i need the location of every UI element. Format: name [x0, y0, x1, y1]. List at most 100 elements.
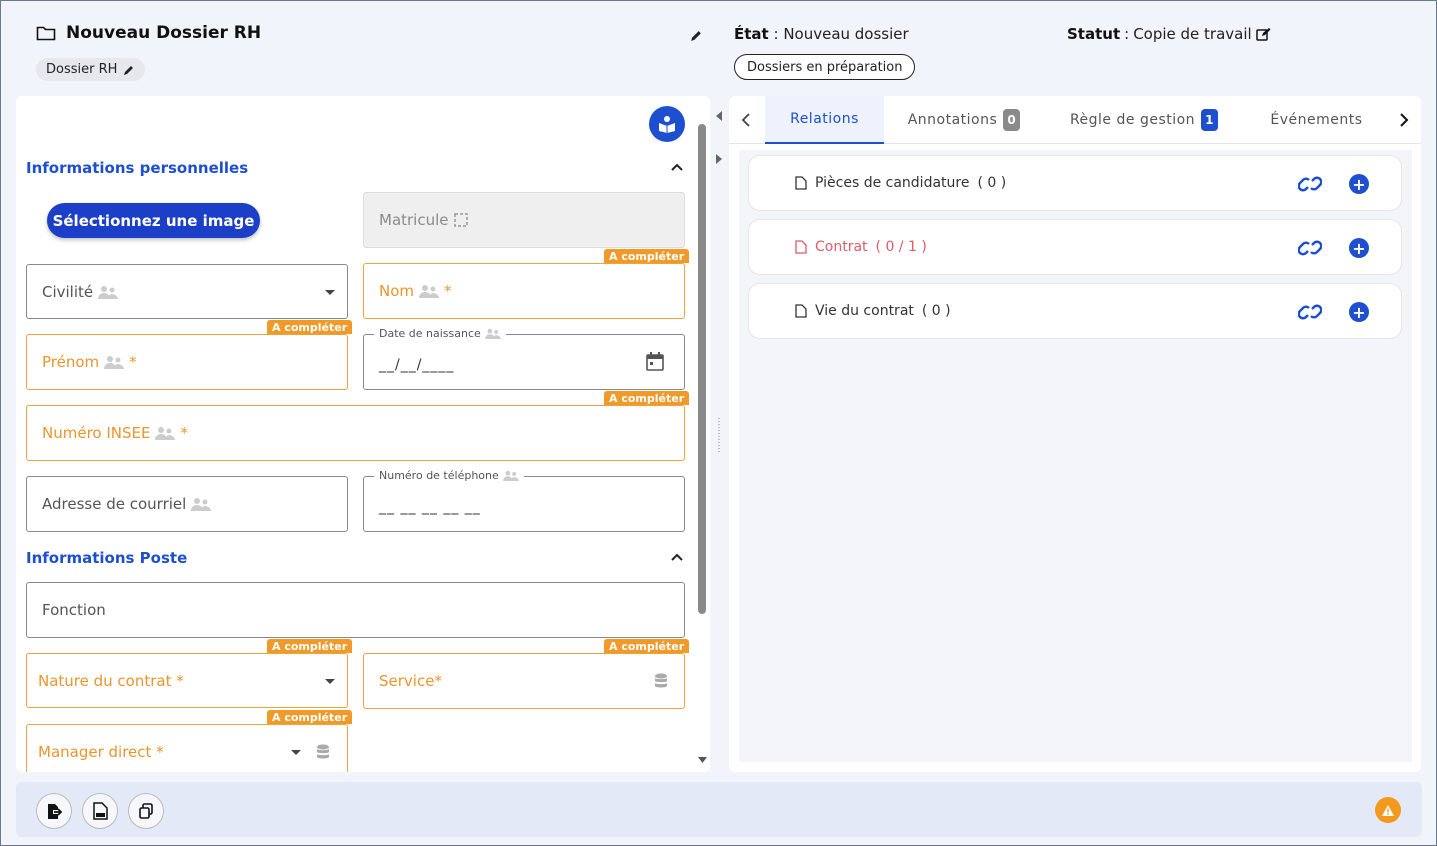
relation-item[interactable]: Vie du contrat ( 0 ) + [748, 283, 1402, 339]
date-naissance-field[interactable]: Date de naissance __/__/____ [363, 327, 685, 390]
calendar-icon[interactable] [646, 352, 664, 371]
users-icon [155, 427, 176, 440]
badge-a-completer: A compléter [604, 639, 690, 653]
tab-regle-de-gestion[interactable]: Règle de gestion 1 [1059, 96, 1229, 144]
statut-value: Copie de travail [1133, 25, 1252, 43]
tab-relations[interactable]: Relations [765, 96, 884, 144]
phone-mask: __ __ __ __ __ [379, 499, 481, 515]
caret-left-icon [716, 111, 722, 121]
link-icon[interactable] [1298, 174, 1322, 194]
relation-item[interactable]: Pièces de candidature ( 0 ) + [748, 155, 1402, 211]
edit-icon[interactable] [1255, 27, 1271, 42]
civilite-label: Civilité [42, 282, 94, 301]
chevron-down-icon [325, 678, 335, 684]
phone-field[interactable]: Numéro de téléphone __ __ __ __ __ [363, 469, 685, 532]
nature-contrat-label: Nature du contrat * [38, 671, 184, 690]
nom-label: Nom [379, 282, 415, 300]
chevron-down-icon [325, 289, 335, 295]
scrollbar-thumb[interactable] [698, 124, 706, 614]
collapse-left-button[interactable] [711, 105, 727, 127]
relation-count: ( 0 ) [977, 175, 1007, 191]
add-relation-button[interactable]: + [1349, 238, 1369, 258]
relation-name: Contrat [815, 239, 868, 255]
tab-annotations[interactable]: Annotations 0 [894, 96, 1034, 144]
folder-icon [36, 26, 56, 41]
pdf-button[interactable] [82, 793, 118, 829]
app-window: Nouveau Dossier RH Dossier RH État : Nou… [0, 0, 1437, 846]
edit-title-button[interactable] [690, 27, 703, 46]
users-icon [98, 285, 119, 299]
relation-name: Pièces de candidature [815, 175, 970, 191]
pencil-icon [124, 65, 134, 75]
date-mask: __/__/____ [379, 357, 455, 373]
warning-button[interactable] [1375, 797, 1401, 823]
form-scrollbar[interactable] [698, 116, 706, 766]
pencil-icon [691, 31, 701, 41]
statut-label: Statut [1067, 25, 1121, 43]
section-personal-title: Informations personnelles [26, 159, 249, 177]
email-label: Adresse de courriel [42, 495, 187, 513]
link-icon[interactable] [1298, 302, 1322, 322]
collapse-right-button[interactable] [711, 148, 727, 170]
caret-right-icon [716, 154, 722, 164]
plus-icon: + [1352, 238, 1366, 258]
nom-field[interactable]: Nom * [363, 263, 685, 319]
database-icon[interactable] [654, 673, 668, 689]
title-text: Nouveau Dossier RH [66, 23, 262, 43]
tab-scroll-right-icon[interactable] [1400, 113, 1409, 127]
chevron-up-icon[interactable] [670, 550, 684, 564]
users-icon [502, 470, 519, 481]
export-button[interactable] [36, 793, 72, 829]
nature-contrat-select[interactable]: Nature du contrat * [26, 653, 348, 708]
relation-item[interactable]: Contrat ( 0 / 1 ) + [748, 219, 1402, 275]
insee-field[interactable]: Numéro INSEE * [26, 405, 685, 461]
file-icon [795, 304, 807, 318]
users-icon [484, 328, 501, 339]
footer-toolbar [16, 782, 1422, 837]
tab-evenements[interactable]: Événements [1259, 96, 1374, 144]
regle-count-badge: 1 [1201, 109, 1219, 131]
users-icon [191, 498, 212, 511]
database-icon[interactable] [316, 744, 330, 760]
duplicate-button[interactable] [128, 793, 164, 829]
link-icon[interactable] [1298, 238, 1322, 258]
scroll-down-arrow-icon[interactable] [698, 756, 707, 764]
annotations-count-badge: 0 [1003, 109, 1021, 131]
badge-a-completer: A compléter [267, 320, 353, 334]
dossier-type-chip[interactable]: Dossier RH [36, 58, 146, 81]
section-poste-title: Informations Poste [26, 549, 188, 567]
drag-handle-icon [718, 418, 720, 452]
chevron-down-icon [291, 750, 301, 755]
plus-icon: + [1352, 174, 1366, 194]
panel-splitter[interactable] [710, 96, 729, 772]
tab-scroll-left-icon[interactable] [741, 113, 750, 127]
badge-a-completer: A compléter [604, 249, 690, 263]
page-title: Nouveau Dossier RH [36, 23, 261, 43]
badge-a-completer: A compléter [267, 639, 353, 653]
relation-count: ( 0 / 1 ) [875, 239, 927, 255]
manager-direct-label: Manager direct * [38, 743, 164, 761]
pdf-icon [92, 802, 108, 820]
add-relation-button[interactable]: + [1349, 302, 1369, 322]
prenom-field[interactable]: Prénom * [26, 334, 348, 390]
fonction-field[interactable]: Fonction [26, 582, 685, 638]
civilite-select[interactable]: Civilité [26, 264, 348, 319]
add-relation-button[interactable]: + [1349, 174, 1369, 194]
file-icon [795, 240, 807, 254]
service-field[interactable]: Service* [363, 653, 685, 709]
relation-count: ( 0 ) [921, 303, 951, 319]
manager-direct-select[interactable]: Manager direct * [26, 724, 348, 772]
chip-label: Dossier RH [46, 62, 118, 77]
book-reader-icon [659, 116, 675, 133]
select-image-button[interactable]: Sélectionnez une image [47, 203, 260, 238]
fonction-label: Fonction [42, 601, 106, 619]
matricule-field: Matricule [363, 192, 685, 248]
badge-a-completer: A compléter [267, 710, 353, 724]
copy-icon [139, 803, 153, 819]
file-icon [795, 176, 807, 190]
help-button[interactable] [649, 106, 685, 142]
workflow-pill[interactable]: Dossiers en préparation [734, 54, 916, 80]
email-field[interactable]: Adresse de courriel [26, 476, 348, 532]
auto-number-icon [453, 213, 468, 227]
chevron-up-icon[interactable] [670, 160, 684, 174]
